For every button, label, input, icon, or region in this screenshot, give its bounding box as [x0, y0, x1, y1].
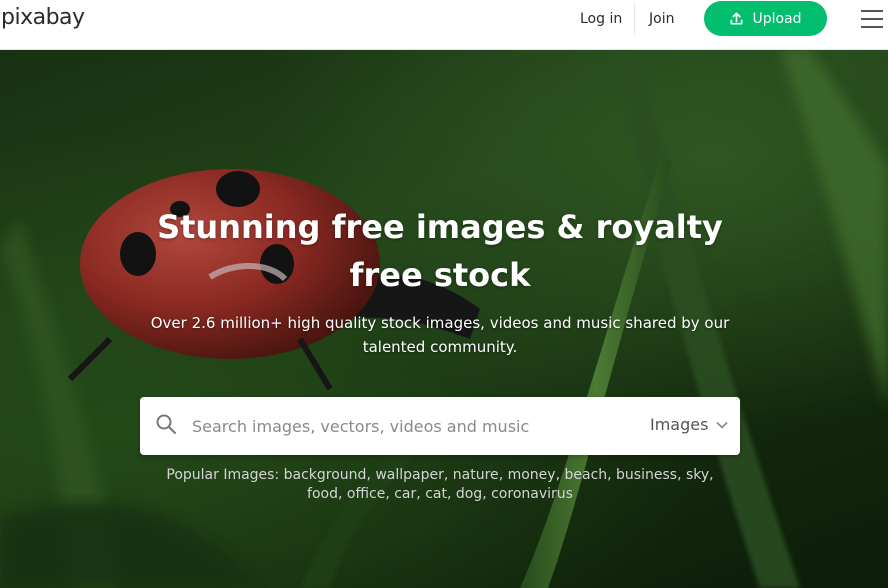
- media-type-label: Images: [650, 415, 709, 434]
- login-link[interactable]: Log in: [580, 10, 622, 28]
- popular-tag-link[interactable]: business: [616, 467, 677, 483]
- popular-tag-link[interactable]: cat: [425, 486, 447, 502]
- popular-tag-link[interactable]: office: [347, 486, 385, 502]
- popular-tag-link[interactable]: food: [307, 486, 338, 502]
- popular-tag-link[interactable]: dog: [456, 486, 482, 502]
- popular-tag-link[interactable]: wallpaper: [375, 467, 444, 483]
- popular-label: Popular Images:: [166, 467, 280, 483]
- popular-tag-link[interactable]: sky: [686, 467, 709, 483]
- hero-subtitle: Over 2.6 million+ high quality stock ima…: [150, 314, 730, 356]
- upload-icon: [730, 12, 743, 25]
- search-bar: Images: [140, 397, 740, 455]
- popular-tag-link[interactable]: nature: [453, 467, 499, 483]
- pixabay-logo[interactable]: pixabay: [1, 5, 85, 30]
- chevron-down-icon: [716, 421, 729, 429]
- upload-label: Upload: [752, 10, 802, 27]
- join-link[interactable]: Join: [649, 10, 674, 28]
- popular-tag-link[interactable]: coronavirus: [491, 486, 573, 502]
- popular-tag-link[interactable]: money: [508, 467, 556, 483]
- upload-button[interactable]: Upload: [704, 1, 827, 36]
- nav-divider: [634, 3, 635, 35]
- search-icon[interactable]: [155, 413, 177, 435]
- popular-tag-link[interactable]: car: [394, 486, 416, 502]
- hero-title: Stunning free images & royalty free stoc…: [157, 208, 723, 294]
- search-input[interactable]: [190, 412, 574, 440]
- top-header: pixabay Log in Join Upload: [0, 0, 888, 50]
- menu-icon[interactable]: [861, 10, 883, 28]
- popular-tag-link[interactable]: beach: [564, 467, 607, 483]
- popular-tags: Popular Images: background, wallpaper, n…: [166, 467, 714, 502]
- media-type-select[interactable]: Images: [650, 415, 729, 434]
- popular-tag-link[interactable]: background: [284, 467, 367, 483]
- hero-section: Stunning free images & royalty free stoc…: [0, 49, 888, 588]
